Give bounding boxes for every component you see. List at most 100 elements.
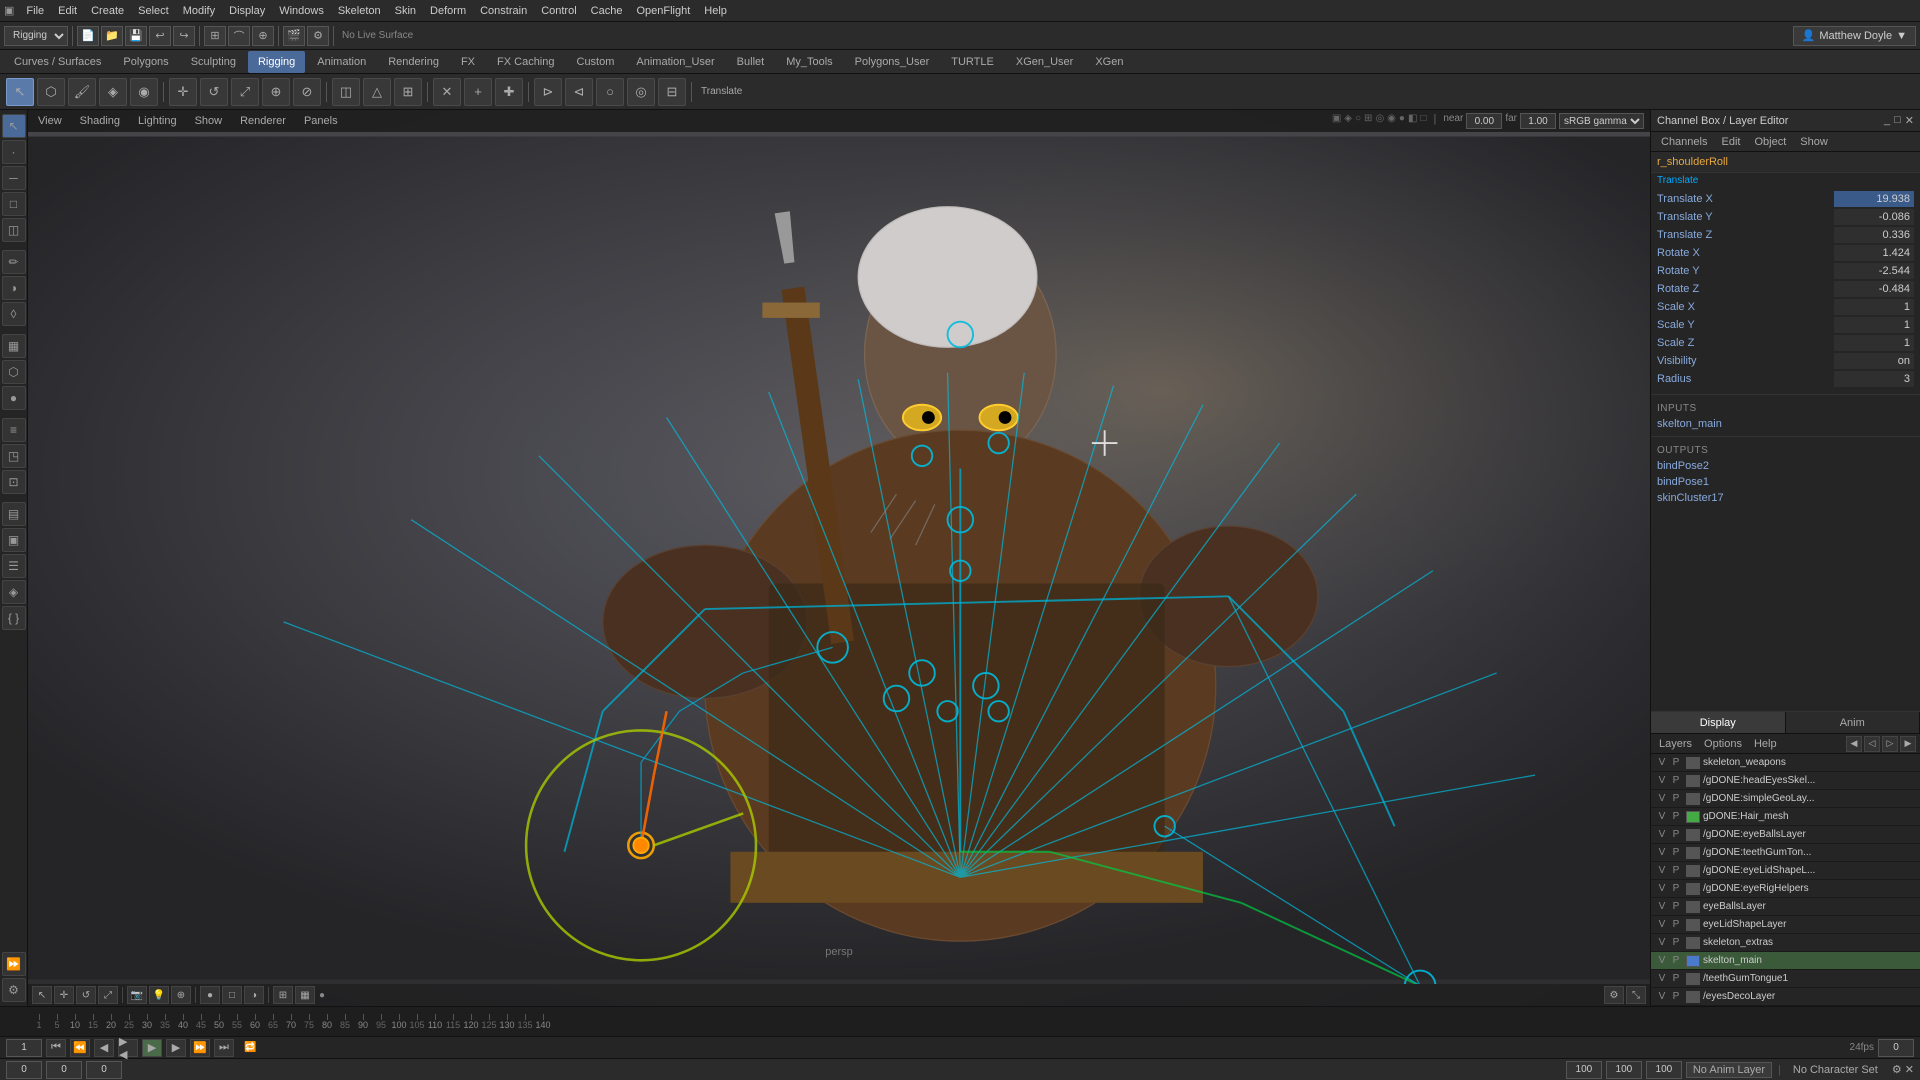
render-settings-btn[interactable]: ⚙ xyxy=(307,26,329,46)
layer-playback-btn[interactable]: P xyxy=(1669,811,1683,822)
input-node-skelton-main[interactable]: skelton_main xyxy=(1651,416,1920,432)
vp-hud-btn[interactable]: ▦ xyxy=(295,986,315,1004)
channel-row-tx[interactable]: Translate X xyxy=(1657,190,1914,208)
layer-scroll-left-btn[interactable]: ◀ xyxy=(1846,736,1862,752)
user-menu-btn[interactable]: 👤 Matthew Doyle ▼ xyxy=(1793,26,1916,46)
vp-icon3[interactable]: ○ xyxy=(1355,113,1361,129)
skin-weight-tool[interactable]: ◎ xyxy=(627,78,655,106)
channel-row-vis[interactable]: Visibility xyxy=(1657,352,1914,370)
play-start-btn[interactable]: ⏮ xyxy=(46,1039,66,1057)
tab-animation[interactable]: Animation xyxy=(307,51,376,73)
channel-row-ty[interactable]: Translate Y xyxy=(1657,208,1914,226)
vp-icon1[interactable]: ▣ xyxy=(1332,113,1341,129)
frame-range-start[interactable] xyxy=(6,1061,42,1079)
layer-playback-btn[interactable]: P xyxy=(1669,901,1683,912)
layer-color-swatch[interactable] xyxy=(1686,901,1700,913)
wireframe-tool[interactable]: ⬡ xyxy=(2,360,26,384)
layer-playback-btn[interactable]: P xyxy=(1669,973,1683,984)
tab-curves-surfaces[interactable]: Curves / Surfaces xyxy=(4,51,111,73)
undo-btn[interactable]: ↩ xyxy=(149,26,171,46)
layer-row[interactable]: V P skeleton_weapons xyxy=(1651,754,1920,772)
step-fwd-btn[interactable]: ▶ xyxy=(166,1039,186,1057)
step-back-btn[interactable]: ◀ xyxy=(94,1039,114,1057)
vp-icon6[interactable]: ◉ xyxy=(1387,113,1396,129)
plus-icon[interactable]: + xyxy=(464,78,492,106)
component-select-tool[interactable]: ◈ xyxy=(99,78,127,106)
timeline-tick[interactable]: 35 xyxy=(156,1014,174,1030)
frame-range-end3[interactable] xyxy=(1646,1061,1682,1079)
paint-select-tool[interactable]: 🖌 xyxy=(68,78,96,106)
channel-row-rz[interactable]: Rotate Z xyxy=(1657,280,1914,298)
layer-playback-btn[interactable]: P xyxy=(1669,757,1683,768)
layer-playback-btn[interactable]: P xyxy=(1669,955,1683,966)
menu-skin[interactable]: Skin xyxy=(389,3,422,19)
tab-turtle[interactable]: TURTLE xyxy=(941,51,1004,73)
vertex-tool[interactable]: · xyxy=(2,140,26,164)
layer-playback-btn[interactable]: P xyxy=(1669,919,1683,930)
constraint-tool[interactable]: ⊟ xyxy=(658,78,686,106)
layer-row[interactable]: V P /gDONE:simpleGeoLay... xyxy=(1651,790,1920,808)
help-menu-item[interactable]: Help xyxy=(1750,738,1781,750)
vp-grid-btn[interactable]: ⊞ xyxy=(273,986,293,1004)
joint-tool[interactable]: ○ xyxy=(596,78,624,106)
timeline-start-input[interactable] xyxy=(6,1039,42,1057)
layer-visibility-btn[interactable]: V xyxy=(1655,991,1669,1002)
show-manip-tool[interactable]: ◫ xyxy=(332,78,360,106)
menu-modify[interactable]: Modify xyxy=(177,3,221,19)
frame-range-end2[interactable] xyxy=(1606,1061,1642,1079)
cb-show-menu[interactable]: Show xyxy=(1794,134,1834,150)
layer-visibility-btn[interactable]: V xyxy=(1655,847,1669,858)
channel-row-ry[interactable]: Rotate Y xyxy=(1657,262,1914,280)
layer-color-swatch[interactable] xyxy=(1686,775,1700,787)
layer-playback-btn[interactable]: P xyxy=(1669,847,1683,858)
menu-edit[interactable]: Edit xyxy=(52,3,83,19)
layer-visibility-btn[interactable]: V xyxy=(1655,955,1669,966)
layer-visibility-btn[interactable]: V xyxy=(1655,973,1669,984)
tab-animation-user[interactable]: Animation_User xyxy=(626,51,724,73)
channel-value-vis[interactable] xyxy=(1834,353,1914,369)
script-editor-btn[interactable]: { } xyxy=(2,606,26,630)
layer-color-swatch[interactable] xyxy=(1686,883,1700,895)
vp-icon-rotate[interactable]: ↺ xyxy=(76,986,96,1004)
timeline-tick[interactable]: 45 xyxy=(192,1014,210,1030)
frame-range-end1[interactable] xyxy=(1566,1061,1602,1079)
timeline-tick[interactable]: 50 xyxy=(210,1014,228,1030)
layer-row[interactable]: V P /gDONE:eyeLidShapeL... xyxy=(1651,862,1920,880)
vp-panels-menu[interactable]: Panels xyxy=(300,113,342,129)
current-frame-input[interactable] xyxy=(1878,1039,1914,1057)
cb-edit-menu[interactable]: Edit xyxy=(1715,134,1746,150)
new-scene-btn[interactable]: 📄 xyxy=(77,26,99,46)
layer-row[interactable]: V P /gDONE:teethGumTon... xyxy=(1651,844,1920,862)
timeline-tick[interactable]: 55 xyxy=(228,1014,246,1030)
play-back-btn[interactable]: ▶ ◀ xyxy=(118,1039,138,1057)
layer-scroll-right-btn[interactable]: ▶ xyxy=(1900,736,1916,752)
output-node-skincluster17[interactable]: skinCluster17 xyxy=(1651,490,1920,506)
layer-visibility-btn[interactable]: V xyxy=(1655,865,1669,876)
layer-playback-btn[interactable]: P xyxy=(1669,829,1683,840)
timeline-tick[interactable]: 80 xyxy=(318,1014,336,1030)
vp-icon9[interactable]: □ xyxy=(1420,113,1426,129)
menu-cache[interactable]: Cache xyxy=(585,3,629,19)
layer-color-swatch[interactable] xyxy=(1686,865,1700,877)
soft-select-tool[interactable]: ◉ xyxy=(130,78,158,106)
vp-show-menu[interactable]: Show xyxy=(191,113,227,129)
channel-row-radius[interactable]: Radius xyxy=(1657,370,1914,388)
timeline-tick[interactable]: 120 xyxy=(462,1014,480,1030)
timeline-tick[interactable]: 125 xyxy=(480,1014,498,1030)
layer-row[interactable]: V P eyeBallsLayer xyxy=(1651,898,1920,916)
vp-icon7[interactable]: ● xyxy=(1399,113,1405,129)
vp-prefs-btn[interactable]: ⚙ xyxy=(1604,986,1624,1004)
layer-scroll-left2-btn[interactable]: ◁ xyxy=(1864,736,1880,752)
layer-visibility-btn[interactable]: V xyxy=(1655,811,1669,822)
timeline-tick[interactable]: 140 xyxy=(534,1014,552,1030)
tab-xgen-user[interactable]: XGen_User xyxy=(1006,51,1083,73)
vp-far-input[interactable] xyxy=(1520,113,1556,129)
layer-row[interactable]: V P skelton_main xyxy=(1651,952,1920,970)
timeline-tick[interactable]: 85 xyxy=(336,1014,354,1030)
layer-color-swatch[interactable] xyxy=(1686,919,1700,931)
menu-windows[interactable]: Windows xyxy=(273,3,330,19)
layer-playback-btn[interactable]: P xyxy=(1669,865,1683,876)
smooth-tool[interactable]: ◊ xyxy=(2,302,26,326)
display-mode-tool[interactable]: ▦ xyxy=(2,334,26,358)
layer-playback-btn[interactable]: P xyxy=(1669,883,1683,894)
